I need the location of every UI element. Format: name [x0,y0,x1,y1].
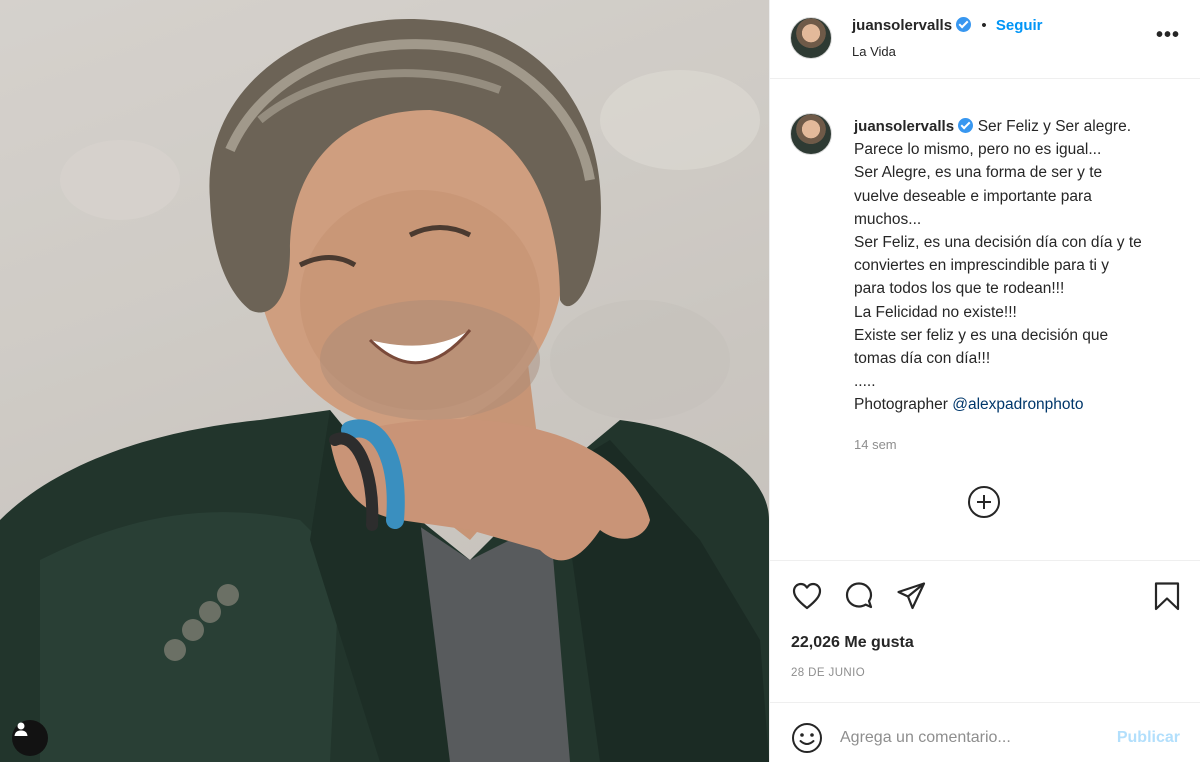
caption-text-line: ..... [854,373,876,391]
caption-text-line: Ser Feliz, es una decisión día con día y… [854,234,1142,252]
follow-button[interactable]: Seguir [996,17,1043,34]
heart-icon[interactable] [790,579,824,613]
add-comment-bar: Publicar [770,702,1200,762]
caption-verified-badge-icon [958,118,974,133]
post-location[interactable]: La Vida [852,44,896,59]
caption-username[interactable]: juansolervalls [854,118,954,135]
caption-text-line: vuelve deseable e importante para [854,187,1092,205]
caption-text-line: conviertes en imprescindible para ti y [854,257,1110,275]
post-photo[interactable] [0,0,769,762]
caption-author-avatar[interactable] [790,113,832,155]
likes-count[interactable]: 22,026 Me gusta [791,634,914,652]
photographer-prefix: Photographer [854,396,953,414]
caption-text-line: La Felicidad no existe!!! [854,303,1017,321]
author-avatar[interactable] [790,17,832,59]
user-tag-icon[interactable] [12,720,48,756]
header-separator: • [981,17,987,34]
caption-text-line: Parece lo mismo, pero no es igual... [854,141,1102,159]
comment-input[interactable] [840,721,1100,755]
action-bar [790,579,928,613]
paper-plane-icon[interactable] [894,579,928,613]
caption-first-line: juansolervalls Ser Feliz y Ser alegre. [854,115,1180,138]
header-author-line: juansolervalls • Seguir [852,17,1043,34]
caption-text-line: Ser Alegre, es una forma de ser y te [854,164,1103,182]
caption-text-line: muchos... [854,210,922,228]
comments-area: juansolervalls Ser Feliz y Ser alegre. P… [770,79,1200,560]
plus-circle-icon[interactable] [968,486,1000,518]
caption-text-line: para todos los que te rodean!!! [854,280,1065,298]
caption-text-line: Ser Feliz y Ser alegre. [977,118,1132,135]
caption-text-line: Existe ser feliz y es una decisión que [854,326,1109,344]
comment-icon[interactable] [842,579,876,613]
post-caption: juansolervalls Ser Feliz y Ser alegre. P… [854,115,1180,417]
caption-text-line: tomas día con día!!! [854,350,991,368]
more-options-icon[interactable]: ••• [1156,24,1180,47]
post-actions-section: 22,026 Me gusta 28 DE JUNIO [770,560,1200,702]
post-header: juansolervalls • Seguir La Vida ••• [770,0,1200,79]
verified-badge-icon [956,17,972,32]
publish-button[interactable]: Publicar [1117,729,1180,747]
post-date[interactable]: 28 DE JUNIO [791,667,865,679]
post-modal: juansolervalls • Seguir La Vida ••• juan… [0,0,1200,762]
caption-photographer-line: Photographer @alexpadronphoto [854,393,1180,416]
author-username[interactable]: juansolervalls [852,17,952,34]
emoji-icon[interactable] [790,721,824,755]
caption-time-ago[interactable]: 14 sem [854,437,897,452]
bookmark-icon[interactable] [1150,579,1184,613]
photographer-mention-link[interactable]: @alexpadronphoto [952,396,1083,413]
photo-illustration [0,0,769,762]
post-side-panel: juansolervalls • Seguir La Vida ••• juan… [769,0,1200,762]
